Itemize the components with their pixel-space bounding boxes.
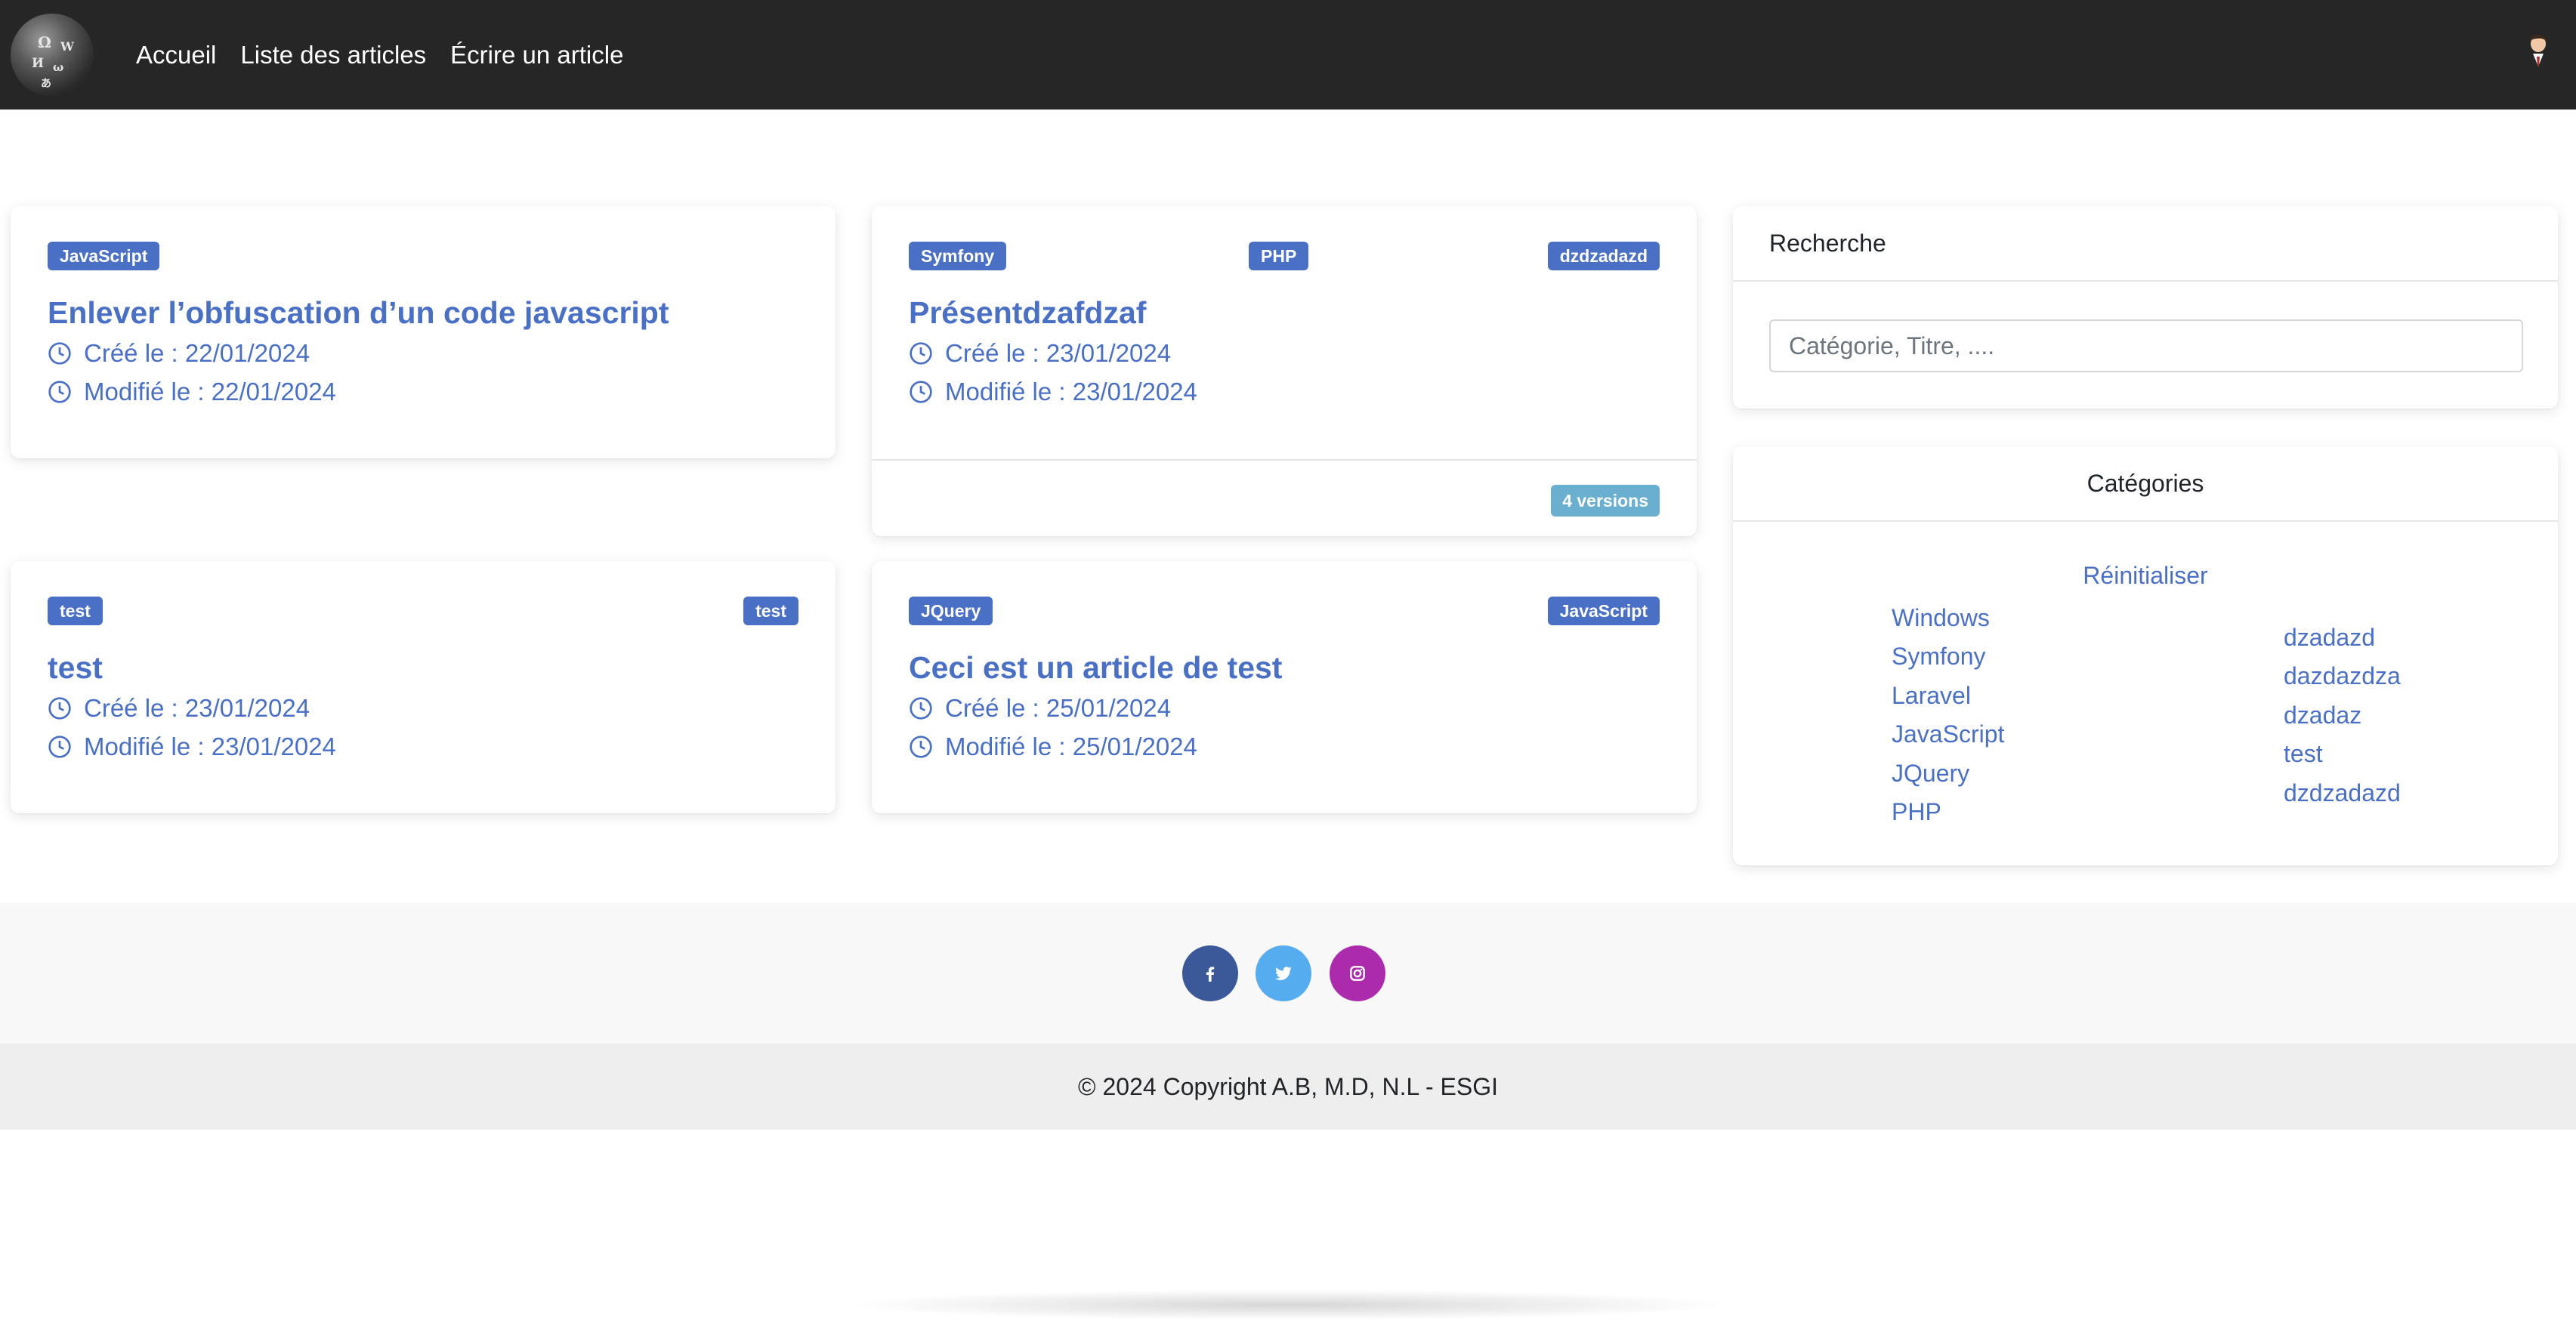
modified-date: Modifié le : 25/01/2024 — [909, 732, 1197, 761]
tag-badge[interactable]: dzdzadazd — [1547, 242, 1660, 270]
modified-date: Modifié le : 23/01/2024 — [48, 732, 336, 761]
modified-date-text: Modifié le : 25/01/2024 — [945, 732, 1197, 760]
category-link[interactable]: Laravel — [1892, 677, 2004, 715]
twitter-icon — [1275, 967, 1292, 980]
copyright-bar: © 2024 Copyright A.B, M.D, N.L - ESGI — [0, 1044, 2576, 1130]
nav-home-link[interactable]: Accueil — [136, 41, 216, 69]
article-title-link[interactable]: test — [48, 650, 103, 686]
social-links-bar — [0, 903, 2576, 1044]
user-avatar-icon[interactable] — [2525, 33, 2552, 77]
modified-date-text: Modifié le : 23/01/2024 — [84, 732, 336, 760]
category-link[interactable]: dzdzadazd — [2284, 774, 2401, 813]
article-card[interactable]: JavaScript Enlever l’obfuscation d’un co… — [11, 206, 836, 458]
clock-icon — [48, 697, 71, 720]
versions-badge[interactable]: 4 versions — [1551, 485, 1660, 517]
article-title-link[interactable]: Présentdzafdzaf — [909, 295, 1146, 331]
clock-icon — [910, 736, 932, 758]
twitter-button[interactable] — [1256, 945, 1311, 1001]
tag-badge[interactable]: JavaScript — [1547, 597, 1660, 625]
tag-badge[interactable]: Symfony — [909, 242, 1007, 270]
nav-articles-list-link[interactable]: Liste des articles — [240, 41, 426, 69]
created-date: Créé le : 22/01/2024 — [48, 339, 310, 368]
modified-date-text: Modifié le : 23/01/2024 — [945, 378, 1197, 406]
created-date-text: Créé le : 22/01/2024 — [84, 339, 310, 367]
category-list: Windows Symfony Laravel JavaScript JQuer… — [1892, 599, 2004, 831]
reset-filter-link[interactable]: Réinitialiser — [1733, 562, 2558, 590]
tag-badge[interactable]: test — [743, 597, 798, 625]
facebook-icon — [1206, 967, 1215, 982]
main-nav: Accueil Liste des articles Écrire un art… — [136, 0, 623, 109]
navbar: Ω W И ω あ Accueil Liste des articles Écr… — [0, 0, 2576, 109]
created-date-text: Créé le : 25/01/2024 — [945, 694, 1172, 722]
modified-date-text: Modifié le : 22/01/2024 — [84, 378, 336, 406]
modified-date: Modifié le : 23/01/2024 — [909, 378, 1197, 406]
category-link[interactable]: JQuery — [1892, 754, 2004, 793]
clock-icon — [910, 342, 932, 365]
category-list: dzadazd dazdazdza dzadaz test dzdzadazd — [2284, 618, 2401, 813]
search-card: Recherche — [1733, 206, 2558, 409]
category-link[interactable]: dzadaz — [2284, 696, 2401, 735]
clock-icon — [48, 736, 71, 758]
clock-icon — [48, 342, 71, 365]
created-date-text: Créé le : 23/01/2024 — [84, 694, 310, 722]
clock-icon — [910, 381, 932, 403]
facebook-button[interactable] — [1182, 945, 1238, 1001]
tag-badge[interactable]: JavaScript — [48, 242, 160, 270]
category-link[interactable]: dzadazd — [2284, 618, 2401, 657]
categories-card: Catégories Réinitialiser Windows Symfony… — [1733, 446, 2558, 865]
tag-badge[interactable]: PHP — [1249, 242, 1309, 270]
tag-badge[interactable]: test — [48, 597, 103, 625]
article-title-link[interactable]: Ceci est un article de test — [909, 650, 1282, 686]
search-input[interactable] — [1769, 319, 2523, 372]
category-link[interactable]: PHP — [1892, 793, 2004, 831]
bottom-shadow — [854, 1290, 1722, 1320]
created-date: Créé le : 23/01/2024 — [48, 694, 310, 723]
category-link[interactable]: Symfony — [1892, 637, 2004, 676]
site-logo[interactable]: Ω W И ω あ — [11, 14, 94, 97]
categories-card-title: Catégories — [2086, 470, 2204, 497]
created-date: Créé le : 25/01/2024 — [909, 694, 1171, 723]
copyright-text: © 2024 Copyright A.B, M.D, N.L - ESGI — [1078, 1073, 1498, 1100]
instagram-button[interactable] — [1330, 945, 1385, 1001]
search-card-header: Recherche — [1733, 206, 2558, 282]
article-card[interactable]: test test test Créé le : 23/01/2024 Modi… — [11, 561, 836, 813]
modified-date: Modifié le : 22/01/2024 — [48, 378, 336, 406]
categories-card-header: Catégories — [1733, 446, 2558, 522]
category-link[interactable]: JavaScript — [1892, 715, 2004, 754]
tag-badge[interactable]: JQuery — [909, 597, 993, 625]
article-card[interactable]: Symfony PHP dzdzadazd Présentdzafdzaf Cr… — [872, 206, 1697, 536]
search-card-title: Recherche — [1769, 230, 1886, 257]
instagram-icon — [1350, 966, 1365, 981]
article-card[interactable]: JQuery JavaScript Ceci est un article de… — [872, 561, 1697, 813]
category-link[interactable]: Windows — [1892, 599, 2004, 637]
card-footer: 4 versions — [872, 459, 1697, 536]
created-date: Créé le : 23/01/2024 — [909, 339, 1171, 368]
category-link[interactable]: dazdazdza — [2284, 657, 2401, 695]
clock-icon — [910, 697, 932, 720]
nav-write-article-link[interactable]: Écrire un article — [450, 41, 623, 69]
article-title-link[interactable]: Enlever l’obfuscation d’un code javascri… — [48, 295, 669, 331]
created-date-text: Créé le : 23/01/2024 — [945, 339, 1172, 367]
category-link[interactable]: test — [2284, 735, 2401, 773]
clock-icon — [48, 381, 71, 403]
